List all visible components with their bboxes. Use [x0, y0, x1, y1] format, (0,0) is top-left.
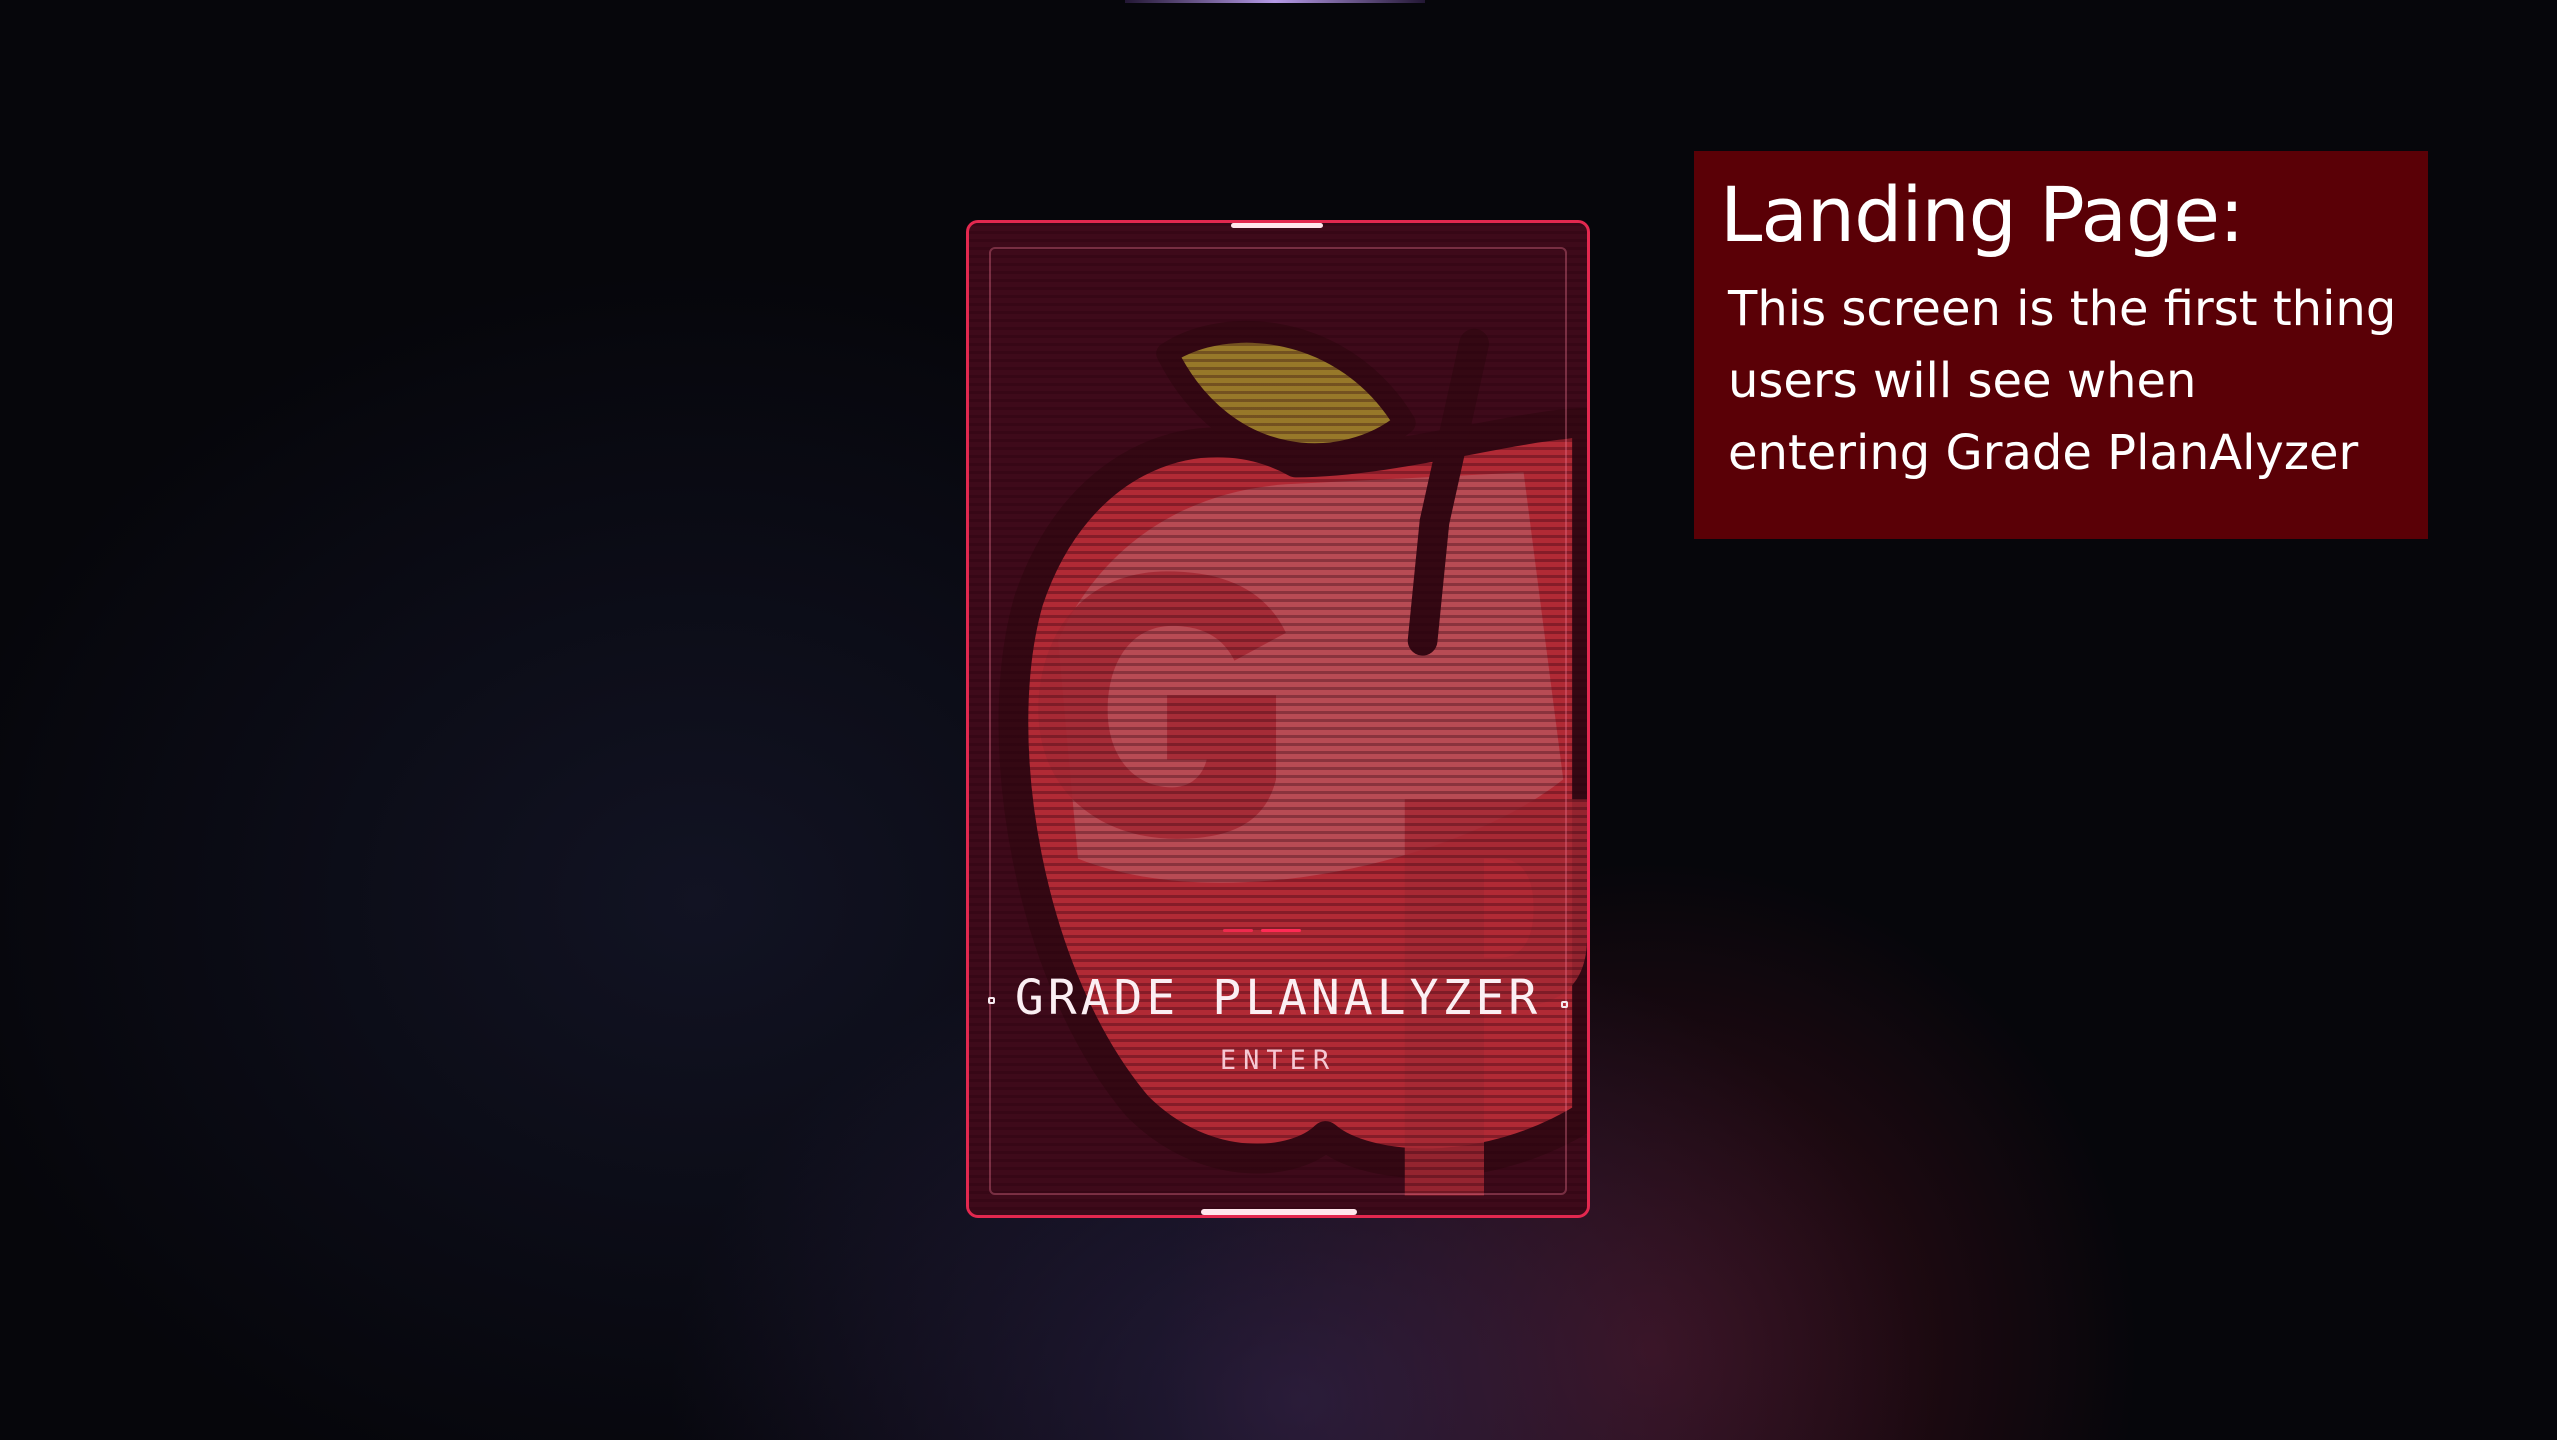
accent-dash [1223, 929, 1253, 932]
square-bullet-icon [987, 996, 995, 1004]
annotation-title: Landing Page: [1720, 170, 2245, 259]
accent-dash [1261, 929, 1301, 932]
square-bullet-icon [1561, 1000, 1569, 1008]
app-title-row: GRADE PLANALYZER [969, 963, 1587, 1033]
annotation-box: Landing Page: This screen is the first t… [1694, 151, 2428, 539]
enter-button[interactable]: ENTER [969, 1045, 1587, 1076]
annotation-body: This screen is the first thing users wil… [1728, 281, 2397, 481]
top-accent-bar [1125, 0, 1425, 3]
card-bottom-handle [1201, 1209, 1357, 1215]
card-top-handle [1231, 223, 1323, 228]
landing-card[interactable]: GRADE PLANALYZER ENTER [966, 220, 1590, 1218]
app-title: GRADE PLANALYZER [1014, 970, 1542, 1026]
presentation-slide: GRADE PLANALYZER ENTER Landing Page: Thi… [0, 0, 2557, 1440]
